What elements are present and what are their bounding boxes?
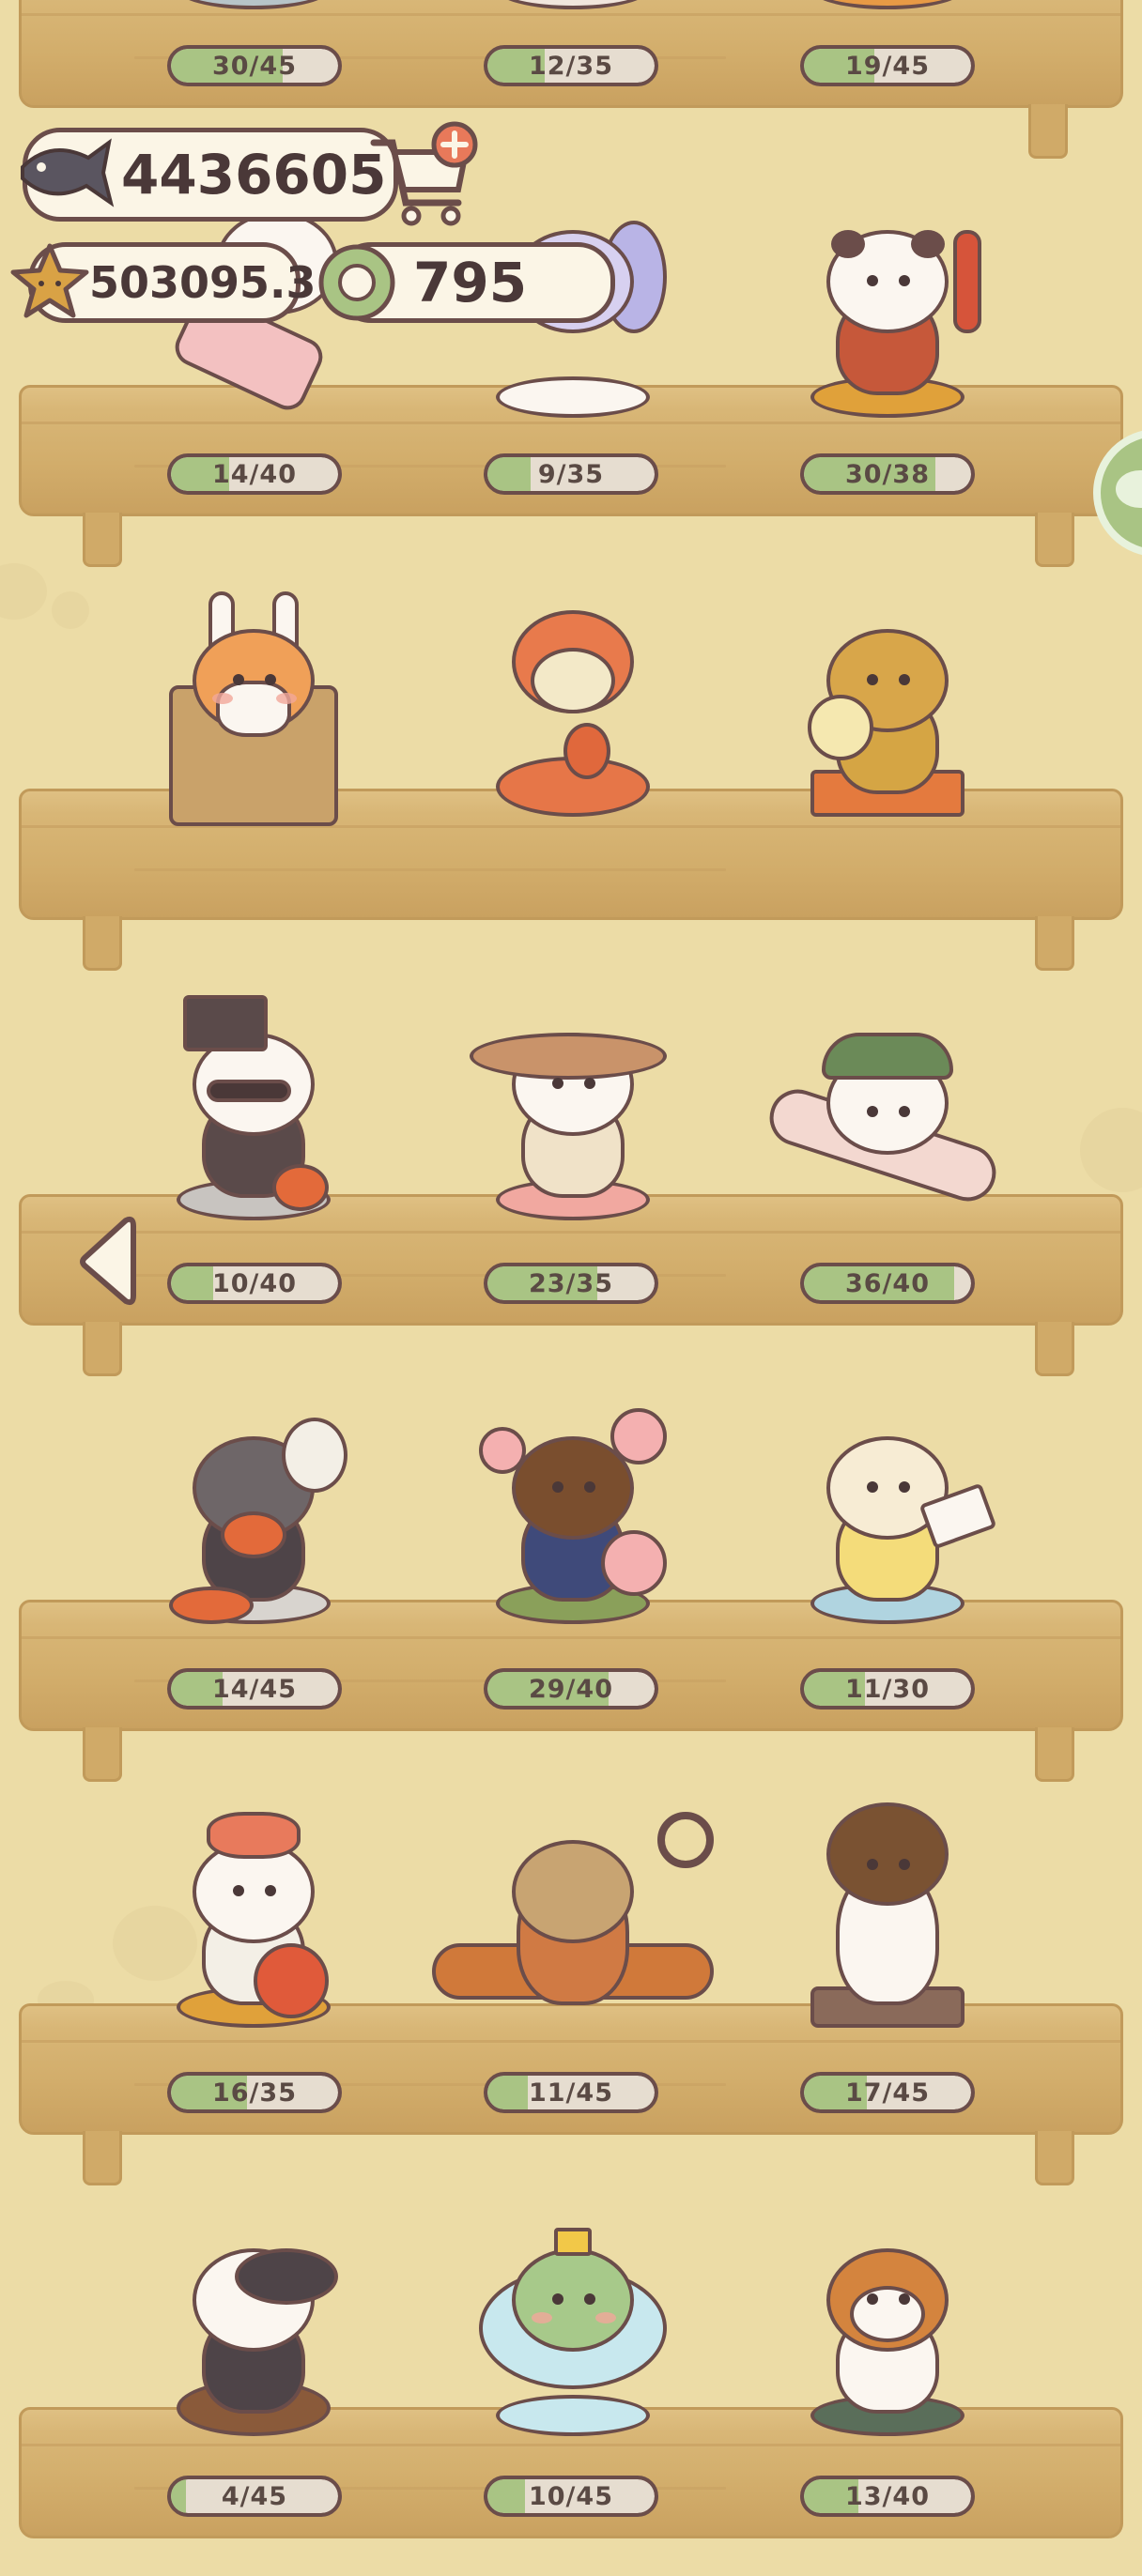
progress-bar: 13/40 [800, 2476, 975, 2517]
back-arrow-icon[interactable] [73, 1213, 139, 1307]
progress-bar: 29/40 [484, 1668, 658, 1710]
progress-label: 30/38 [844, 459, 930, 489]
character-figure[interactable] [150, 1802, 357, 2037]
progress-label: 29/40 [528, 1674, 613, 1704]
chat-bubble-icon[interactable] [1091, 427, 1142, 559]
progress-bar: 14/40 [167, 453, 342, 495]
progress-label: 13/40 [844, 2481, 930, 2511]
progress-label: 9/35 [537, 459, 605, 489]
character-figure[interactable] [470, 1399, 676, 1633]
progress-bar: 12/35 [484, 45, 658, 86]
progress-label: 14/45 [211, 1674, 297, 1704]
progress-bar: 4/45 [167, 2476, 342, 2517]
character-figure[interactable] [470, 591, 676, 826]
character-figure[interactable] [470, 2211, 676, 2446]
shop-cart-icon[interactable] [368, 120, 481, 228]
fish-count: 4436605 [121, 143, 387, 207]
progress-bar: 9/35 [484, 453, 658, 495]
coin-count: 795 [413, 251, 528, 314]
character-figure[interactable] [784, 1802, 991, 2037]
progress-label: 11/30 [844, 1674, 930, 1704]
progress-label: 10/45 [528, 2481, 613, 2511]
progress-label: 4/45 [221, 2481, 288, 2511]
character-figure[interactable] [150, 1399, 357, 1633]
progress-bar: 30/45 [167, 45, 342, 86]
character-figure[interactable] [784, 1399, 997, 1633]
progress-label: 23/35 [528, 1268, 613, 1298]
character-figure[interactable] [784, 591, 991, 826]
progress-bar: 11/45 [484, 2072, 658, 2113]
progress-label: 10/40 [211, 1268, 297, 1298]
progress-bar: 36/40 [800, 1263, 975, 1304]
character-figure[interactable] [470, 995, 676, 1230]
progress-label: 16/35 [211, 2078, 297, 2108]
progress-label: 11/45 [528, 2078, 613, 2108]
progress-bar: 10/45 [484, 2476, 658, 2517]
progress-bar: 10/40 [167, 1263, 342, 1304]
progress-label: 17/45 [844, 2078, 930, 2108]
progress-bar: 23/35 [484, 1263, 658, 1304]
character-figure[interactable] [784, 0, 991, 19]
character-figure[interactable] [784, 192, 991, 427]
background-spot [52, 591, 89, 629]
character-figure[interactable] [150, 0, 357, 19]
character-figure[interactable] [432, 1802, 714, 2037]
green-coin-icon [318, 244, 395, 321]
character-figure[interactable] [150, 2211, 357, 2446]
character-figure[interactable] [784, 2211, 991, 2446]
progress-bar: 17/45 [800, 2072, 975, 2113]
progress-bar: 14/45 [167, 1668, 342, 1710]
progress-label: 19/45 [844, 51, 930, 81]
fish-icon [21, 138, 115, 207]
background-spot [1080, 1108, 1142, 1192]
character-figure[interactable] [150, 591, 357, 826]
star-icon [10, 243, 89, 318]
progress-label: 14/40 [211, 459, 297, 489]
progress-label: 30/45 [211, 51, 297, 81]
character-figure[interactable] [762, 995, 1004, 1230]
progress-label: 36/40 [844, 1268, 930, 1298]
progress-bar: 11/30 [800, 1668, 975, 1710]
background-spot [0, 563, 47, 620]
star-count: 503095.3 [89, 257, 316, 308]
character-figure[interactable] [470, 0, 676, 19]
progress-bar: 16/35 [167, 2072, 342, 2113]
progress-bar: 19/45 [800, 45, 975, 86]
progress-label: 12/35 [528, 51, 613, 81]
character-figure[interactable] [150, 995, 357, 1230]
progress-bar: 30/38 [800, 453, 975, 495]
